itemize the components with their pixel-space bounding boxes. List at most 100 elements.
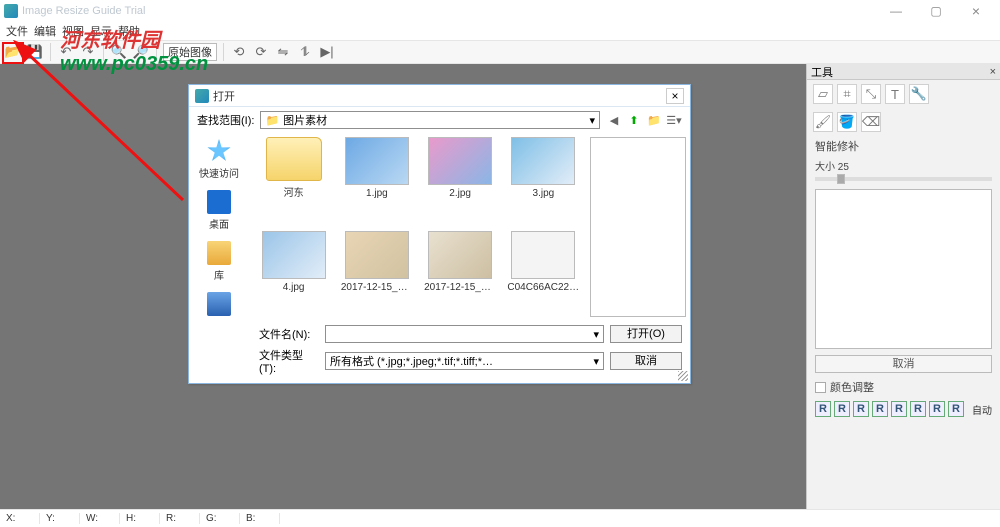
menu-show[interactable]: 显示 xyxy=(90,23,112,39)
sample-icon[interactable]: R xyxy=(910,401,926,417)
dialog-close-icon[interactable]: × xyxy=(666,88,684,104)
original-image-button[interactable]: 原始图像 xyxy=(163,43,217,61)
image-thumb xyxy=(345,231,409,279)
status-x: X: xyxy=(0,513,40,524)
sample-icon[interactable]: R xyxy=(853,401,869,417)
app-title: Image Resize Guide Trial xyxy=(22,5,876,17)
rotate-right-icon[interactable]: ⟳ xyxy=(252,43,270,61)
sample-icon[interactable]: R xyxy=(948,401,964,417)
dialog-titlebar: 打开 × xyxy=(189,85,690,107)
image-thumb xyxy=(262,231,326,279)
menu-view[interactable]: 视图 xyxy=(62,23,84,39)
status-y: Y: xyxy=(40,513,80,524)
place-desktop[interactable]: 桌面 xyxy=(207,190,231,231)
folder-icon xyxy=(266,137,322,181)
sample-icon[interactable]: R xyxy=(834,401,850,417)
place-quick-access[interactable]: 快速访问 xyxy=(199,139,239,180)
color-adjust-label: 颜色调整 xyxy=(830,379,874,395)
sample-icon[interactable]: R xyxy=(891,401,907,417)
status-h: H: xyxy=(120,513,160,524)
tool-text-icon[interactable]: T xyxy=(885,84,905,104)
status-g: G: xyxy=(200,513,240,524)
open-button[interactable]: 打开(O) xyxy=(610,325,682,343)
file-name: 2.jpg xyxy=(449,188,471,199)
lookin-label: 查找范围(I): xyxy=(197,112,254,128)
image-thumb xyxy=(511,231,575,279)
file-item[interactable]: C04C66AC2219... xyxy=(503,231,584,321)
sample-icon[interactable]: R xyxy=(929,401,945,417)
close-button[interactable]: × xyxy=(956,0,996,22)
status-bar: X: Y: W: H: R: G: B: xyxy=(0,509,1000,527)
dialog-preview-pane xyxy=(590,137,686,317)
up-icon[interactable]: ⬆ xyxy=(626,112,642,128)
tool-crop-icon[interactable]: ▱ xyxy=(813,84,833,104)
dialog-app-icon xyxy=(195,89,209,103)
next-icon[interactable]: ▶| xyxy=(318,43,336,61)
open-dialog: 打开 × 查找范围(I): 📁图片素材 ▾ ◀ ⬆ 📁 ☰▾ 快速访问 桌面 库… xyxy=(188,84,691,384)
filetype-value: 所有格式 (*.jpg;*.jpeg;*.tif;*.tiff;*… xyxy=(330,353,493,369)
file-name: C04C66AC2219... xyxy=(507,282,579,293)
size-slider[interactable] xyxy=(815,177,992,181)
views-icon[interactable]: ☰▾ xyxy=(666,112,682,128)
resize-grip[interactable] xyxy=(678,371,688,381)
cancel-button[interactable]: 取消 xyxy=(815,355,992,373)
dialog-title: 打开 xyxy=(213,88,666,104)
filename-input[interactable]: ▾ xyxy=(325,325,604,343)
back-icon[interactable]: ◀ xyxy=(606,112,622,128)
tools-panel-close-icon[interactable]: × xyxy=(990,66,996,78)
open-icon[interactable]: 📂 xyxy=(4,43,22,61)
size-label: 大小 25 xyxy=(815,158,992,173)
sample-icon[interactable]: R xyxy=(815,401,831,417)
flip-horizontal-icon[interactable]: ⇋ xyxy=(274,43,292,61)
menu-help[interactable]: 帮助 xyxy=(118,23,140,39)
place-library[interactable]: 库 xyxy=(207,241,231,282)
place-this-pc[interactable]: 此电脑 xyxy=(204,292,234,321)
redo-icon[interactable]: ↷ xyxy=(79,43,97,61)
titlebar: Image Resize Guide Trial — ▢ × xyxy=(0,0,1000,22)
tool-brush-icon[interactable]: 🪣 xyxy=(837,112,857,132)
tool-wrench-icon[interactable]: 🔧 xyxy=(909,84,929,104)
file-list: 河东 1.jpg 2.jpg 3.jpg 4.jpg 2017-12-15_16… xyxy=(253,137,584,317)
rotate-left-icon[interactable]: ⟲ xyxy=(230,43,248,61)
place-label: 快速访问 xyxy=(199,165,239,180)
file-item[interactable]: 3.jpg xyxy=(503,137,584,227)
file-item[interactable]: 河东 xyxy=(253,137,334,227)
places-bar: 快速访问 桌面 库 此电脑 网络 xyxy=(189,133,249,321)
separator xyxy=(50,43,51,61)
zoom-out-icon[interactable]: 🔎 xyxy=(132,43,150,61)
save-icon[interactable]: 💾 xyxy=(26,43,44,61)
new-folder-icon[interactable]: 📁 xyxy=(646,112,662,128)
file-name: 3.jpg xyxy=(533,188,555,199)
tool-grid-icon[interactable]: ⌗ xyxy=(837,84,857,104)
tool-paint-icon[interactable]: 🖌 xyxy=(813,112,833,132)
filetype-select[interactable]: 所有格式 (*.jpg;*.jpeg;*.tif;*.tiff;*…▾ xyxy=(325,352,604,370)
star-icon xyxy=(207,139,231,163)
zoom-in-icon[interactable]: 🔍 xyxy=(110,43,128,61)
menubar: 文件 编辑 视图 显示 帮助 xyxy=(0,22,1000,40)
filename-label: 文件名(N): xyxy=(259,326,319,342)
tool-resize-icon[interactable]: ⤡ xyxy=(861,84,881,104)
dialog-cancel-button[interactable]: 取消 xyxy=(610,352,682,370)
place-label: 桌面 xyxy=(209,216,229,231)
slider-thumb[interactable] xyxy=(837,174,845,184)
file-item[interactable]: 4.jpg xyxy=(253,231,334,321)
pc-icon xyxy=(207,292,231,316)
tool-eraser-icon[interactable]: ⌫ xyxy=(861,112,881,132)
undo-icon[interactable]: ↶ xyxy=(57,43,75,61)
color-adjust-checkbox[interactable] xyxy=(815,382,826,393)
sample-icon[interactable]: R xyxy=(872,401,888,417)
file-item[interactable]: 2017-12-15_16... xyxy=(420,231,501,321)
image-thumb xyxy=(428,231,492,279)
image-thumb xyxy=(511,137,575,185)
file-item[interactable]: 1.jpg xyxy=(336,137,417,227)
minimize-button[interactable]: — xyxy=(876,0,916,22)
menu-file[interactable]: 文件 xyxy=(6,23,28,39)
lookin-select[interactable]: 📁图片素材 ▾ xyxy=(260,111,600,129)
maximize-button[interactable]: ▢ xyxy=(916,0,956,22)
flip-vertical-icon[interactable]: ⥮ xyxy=(296,43,314,61)
tools-panel-title: 工具 xyxy=(811,64,833,80)
file-item[interactable]: 2017-12-15_16... xyxy=(336,231,417,321)
separator xyxy=(103,43,104,61)
menu-edit[interactable]: 编辑 xyxy=(34,23,56,39)
file-item[interactable]: 2.jpg xyxy=(420,137,501,227)
